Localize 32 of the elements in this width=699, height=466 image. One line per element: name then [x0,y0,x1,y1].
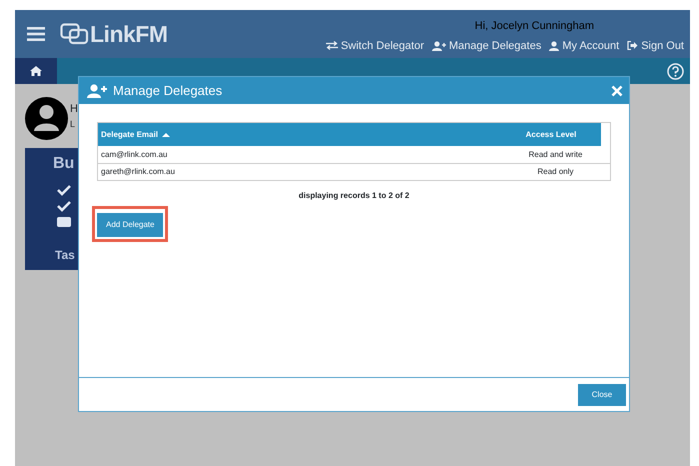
user-icon [549,40,560,51]
add-user-icon [432,40,446,51]
home-button[interactable] [15,58,57,84]
header-link[interactable]: Switch Delegator [326,38,424,54]
logo-icon [60,23,90,45]
table-cell-text: Read only [536,166,575,178]
column-header[interactable]: Delegate Email [98,128,501,140]
add-delegate-button[interactable]: Add Delegate [97,213,164,237]
dialog-title: Manage Delegates [113,82,222,100]
close-button[interactable]: Close [578,384,626,406]
records-count-text: displaying records 1 to 2 of 2 [298,190,410,202]
profile-name: H [70,102,78,117]
card-footer-text: Tas [55,247,76,264]
table-cell-text: gareth@rlink.com.au [100,166,176,178]
add-user-icon [87,84,107,98]
header-link[interactable]: Manage Delegates [432,38,542,54]
table-cell-text: Read and write [528,148,584,160]
help-icon[interactable] [667,62,684,80]
profile-subtitle: L [70,118,76,130]
switch-icon [326,41,338,50]
table-cell-text: cam@rlink.com.au [100,148,168,160]
menu-icon[interactable] [27,26,45,42]
avatar-icon [25,97,68,140]
home-icon [30,66,42,76]
close-icon[interactable] [611,84,623,96]
header-link[interactable]: Sign Out [627,38,684,54]
column-header[interactable]: Access Level [501,128,601,140]
greeting-text: Hi, Jocelyn Cunningham [474,19,594,34]
sign-out-icon [627,41,638,50]
card-title: Bu [53,154,76,174]
header-link[interactable]: My Account [549,38,620,54]
logo-text: LinkFM [90,20,168,49]
